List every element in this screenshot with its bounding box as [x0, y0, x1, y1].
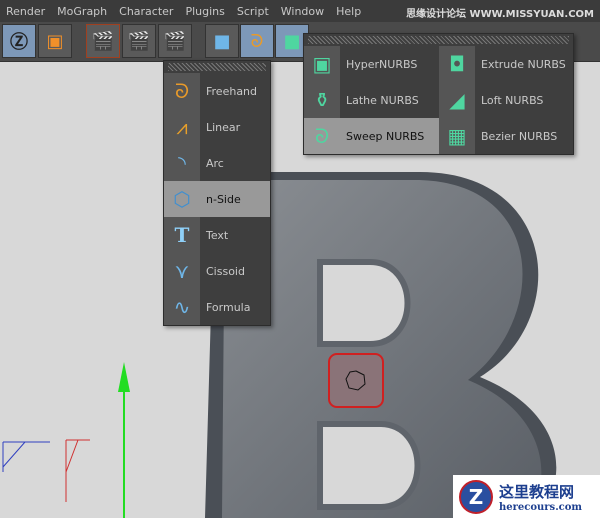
- menu-item-hypernurbs[interactable]: ▣ HyperNURBS: [304, 46, 439, 82]
- menu-bar: Render MoGraph Character Plugins Script …: [0, 0, 600, 22]
- menu-plugins[interactable]: Plugins: [179, 5, 230, 18]
- formula-icon: ∿: [164, 289, 200, 325]
- linear-icon: ⩘: [164, 109, 200, 145]
- clapper-icon: 🎬: [127, 30, 151, 52]
- axis-button[interactable]: ▣: [38, 24, 72, 58]
- cube-button[interactable]: ■: [205, 24, 239, 58]
- render-view-button[interactable]: 🎬: [86, 24, 120, 58]
- axis-icon: ▣: [46, 30, 64, 52]
- logo-url: herecours.com: [499, 501, 583, 513]
- loft-nurbs-icon: ◢: [439, 82, 475, 118]
- nurbs-menu: ▣ HyperNURBS ◘ Extrude NURBS ⚱ Lathe NURBS …: [303, 33, 574, 155]
- selected-nside-spline[interactable]: [328, 353, 384, 408]
- cissoid-icon: ⋎: [164, 253, 200, 289]
- cube-icon: ■: [213, 30, 231, 52]
- logo-title: 这里教程网: [499, 482, 575, 501]
- bezier-nurbs-icon: ▦: [439, 118, 475, 154]
- y-axis-arrow[interactable]: [118, 362, 130, 392]
- clapper-icon: 🎬: [91, 30, 115, 52]
- menu-item-text[interactable]: T Text: [164, 217, 270, 253]
- site-logo: Z 这里教程网 herecours.com: [453, 475, 600, 518]
- spline-menu: ᘐ Freehand ⩘ Linear ◝ Arc ⬡ n-Side T Text ⋎ Ci…: [163, 60, 271, 326]
- menu-window[interactable]: Window: [275, 5, 330, 18]
- menu-item-nside[interactable]: ⬡ n-Side: [164, 181, 270, 217]
- menu-item-lathe-nurbs[interactable]: ⚱ Lathe NURBS: [304, 82, 439, 118]
- menu-item-bezier-nurbs[interactable]: ▦ Bezier NURBS: [439, 118, 574, 154]
- menu-item-loft-nurbs[interactable]: ◢ Loft NURBS: [439, 82, 574, 118]
- spline-button[interactable]: ᘐ: [240, 24, 274, 58]
- menu-grip[interactable]: [308, 36, 569, 44]
- snap-icon: Ⓩ: [10, 32, 28, 53]
- hypernurbs-icon: ▣: [304, 46, 340, 82]
- menu-help[interactable]: Help: [330, 5, 367, 18]
- nside-icon: ⬡: [164, 181, 200, 217]
- lathe-nurbs-icon: ⚱: [304, 82, 340, 118]
- menu-item-formula[interactable]: ∿ Formula: [164, 289, 270, 325]
- menu-grip[interactable]: [168, 63, 266, 71]
- extrude-nurbs-icon: ◘: [439, 46, 475, 82]
- logo-z-icon: Z: [459, 479, 493, 514]
- arc-icon: ◝: [164, 145, 200, 181]
- menu-item-arc[interactable]: ◝ Arc: [164, 145, 270, 181]
- watermark: 思缘设计论坛 WWW.MISSYUAN.COM: [406, 9, 594, 20]
- sweep-nurbs-icon: ᘐ: [304, 118, 340, 154]
- text-icon: T: [164, 217, 200, 253]
- render-picture-button[interactable]: 🎬: [122, 24, 156, 58]
- menu-item-linear[interactable]: ⩘ Linear: [164, 109, 270, 145]
- menu-item-sweep-nurbs[interactable]: ᘐ Sweep NURBS: [304, 118, 439, 154]
- menu-character[interactable]: Character: [113, 5, 179, 18]
- freehand-icon: ᘐ: [250, 30, 264, 52]
- nurbs-icon: ■: [283, 30, 301, 52]
- menu-mograph[interactable]: MoGraph: [51, 5, 113, 18]
- snap-button[interactable]: Ⓩ: [2, 24, 36, 58]
- menu-render[interactable]: Render: [0, 5, 51, 18]
- menu-script[interactable]: Script: [231, 5, 275, 18]
- clapper-gear-icon: 🎬: [163, 30, 187, 52]
- menu-item-cissoid[interactable]: ⋎ Cissoid: [164, 253, 270, 289]
- freehand-icon: ᘐ: [164, 73, 200, 109]
- menu-item-freehand[interactable]: ᘐ Freehand: [164, 73, 270, 109]
- menu-item-extrude-nurbs[interactable]: ◘ Extrude NURBS: [439, 46, 574, 82]
- render-settings-button[interactable]: 🎬: [158, 24, 192, 58]
